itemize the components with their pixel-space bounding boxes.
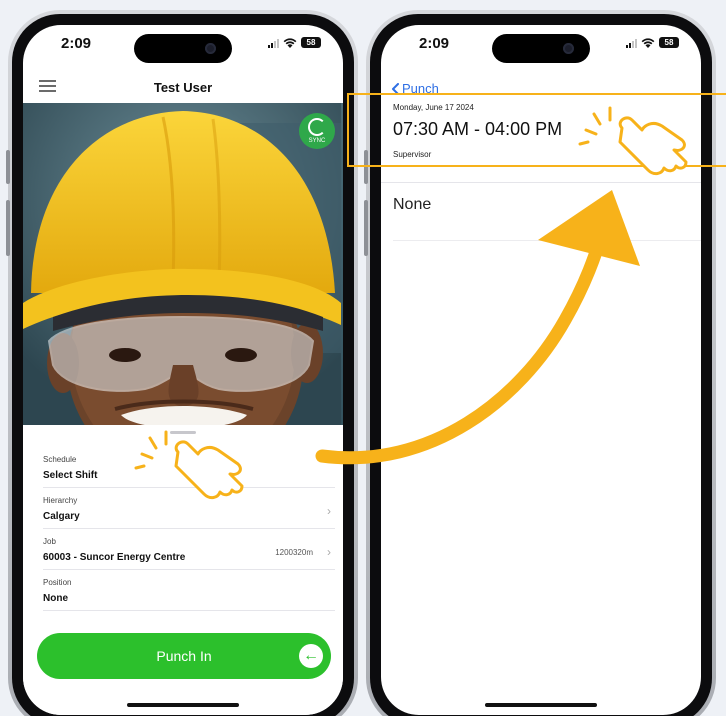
- option-label: None: [393, 196, 432, 213]
- field-value: 60003 - Suncor Energy Centre: [43, 552, 186, 563]
- page-title: Test User: [153, 80, 213, 95]
- status-time: 2:09: [419, 35, 450, 52]
- field-value: Select Shift: [43, 470, 98, 481]
- wifi-icon: [283, 37, 297, 48]
- home-indicator: [127, 703, 239, 707]
- chevron-right-icon: ›: [327, 545, 331, 559]
- volume-button: [6, 200, 10, 256]
- field-label: Schedule: [43, 455, 77, 464]
- signal-icon: [626, 38, 637, 48]
- field-job[interactable]: Job 60003 - Suncor Energy Centre 1200320…: [43, 529, 335, 570]
- screen-punch: 2:09 58 Test User SYNC Schedule Select S…: [23, 25, 343, 715]
- wifi-icon: [641, 37, 655, 48]
- shift-option-none[interactable]: None: [393, 193, 701, 241]
- battery-icon: 58: [659, 37, 679, 48]
- home-indicator: [485, 703, 597, 707]
- field-label: Job: [43, 537, 56, 546]
- chevron-right-icon: ›: [327, 504, 331, 518]
- field-position[interactable]: Position None: [43, 570, 335, 611]
- top-nav: Test User: [23, 65, 343, 103]
- status-bar: 2:09 58: [381, 25, 701, 65]
- punch-in-button[interactable]: Punch In ←: [37, 633, 331, 679]
- worker-portrait: [23, 103, 343, 425]
- field-label: Hierarchy: [43, 496, 78, 505]
- camera-icon: [205, 43, 216, 54]
- phone-left: 2:09 58 Test User SYNC Schedule Select S…: [6, 10, 358, 716]
- volume-button: [6, 150, 10, 184]
- camera-icon: [563, 43, 574, 54]
- field-value: Calgary: [43, 511, 80, 522]
- status-icons: 58: [268, 37, 321, 48]
- field-value: None: [43, 593, 68, 604]
- status-time: 2:09: [61, 35, 92, 52]
- arrow-left-circle-icon: ←: [299, 644, 323, 668]
- user-photo: SYNC: [23, 103, 343, 425]
- sync-label: SYNC: [308, 138, 326, 144]
- status-bar: 2:09 58: [23, 25, 343, 65]
- field-schedule[interactable]: Schedule Select Shift: [43, 447, 335, 488]
- punch-in-label: Punch In: [156, 648, 212, 664]
- field-label: Position: [43, 578, 72, 587]
- bezel: 2:09 58 Test User SYNC Schedule Select S…: [12, 14, 354, 716]
- dynamic-island: [492, 34, 590, 63]
- job-distance: 1200320m: [275, 548, 313, 557]
- battery-icon: 58: [301, 37, 321, 48]
- dynamic-island: [134, 34, 232, 63]
- status-icons: 58: [626, 37, 679, 48]
- highlight-box: [347, 93, 726, 167]
- volume-button: [364, 200, 368, 256]
- sheet-grabber[interactable]: [170, 431, 196, 434]
- sync-icon: [308, 118, 326, 136]
- sync-button[interactable]: SYNC: [299, 113, 335, 149]
- punch-sheet: Schedule Select Shift Hierarchy Calgary …: [23, 425, 343, 715]
- signal-icon: [268, 38, 279, 48]
- field-hierarchy[interactable]: Hierarchy Calgary ›: [43, 488, 335, 529]
